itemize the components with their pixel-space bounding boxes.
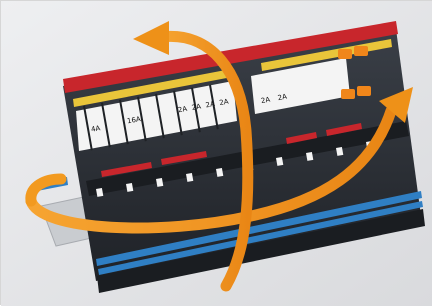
photo-frame: 4A 16A 2A 2A 2A 2A 2A 2A [0,0,432,306]
label-4a: 4A [90,124,101,134]
label-2a-4: 2A [219,98,230,108]
label-2a-2: 2A [191,102,202,112]
label-2a-1: 2A [177,105,188,115]
terminal-block-photo: 4A 16A 2A 2A 2A 2A 2A 2A [1,1,432,306]
label-2a-3: 2A [205,100,216,110]
label-2a-5: 2A [260,96,271,106]
label-2a-6: 2A [277,93,288,103]
